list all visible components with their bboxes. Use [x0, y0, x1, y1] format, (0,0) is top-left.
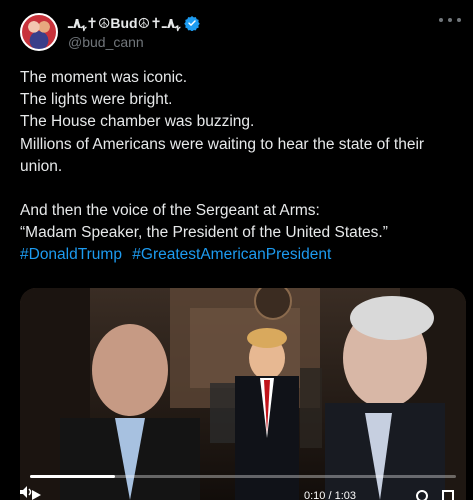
- fullscreen-icon[interactable]: [442, 490, 454, 500]
- author-info: ﮩ٨ـ✝☮Bud☮✝ﮩ٨ـ @bud_cann: [68, 14, 200, 50]
- video-progress-fill: [30, 475, 116, 478]
- post-line: The moment was iconic.: [20, 69, 188, 86]
- settings-icon[interactable]: [416, 490, 428, 500]
- author-handle[interactable]: @bud_cann: [68, 34, 200, 50]
- video-player[interactable]: 0:10 / 1:03: [20, 288, 466, 500]
- video-progress-bar[interactable]: [30, 475, 456, 478]
- video-frame: [20, 288, 466, 500]
- display-name-row: ﮩ٨ـ✝☮Bud☮✝ﮩ٨ـ: [68, 14, 200, 32]
- post-line: The lights were bright.: [20, 91, 173, 109]
- video-controls: 0:10 / 1:03: [20, 486, 466, 500]
- hashtag-row: #DonaldTrump #GreatestAmericanPresident: [20, 244, 466, 266]
- post-line: The House chamber was buzzing.: [20, 113, 255, 131]
- tweet-card: ﮩ٨ـ✝☮Bud☮✝ﮩ٨ـ @bud_cann The moment was i…: [0, 0, 473, 500]
- post-text: The moment was iconic. The lights were b…: [20, 67, 466, 267]
- volume-icon[interactable]: [20, 486, 34, 498]
- more-icon[interactable]: [439, 12, 461, 28]
- video-time: 0:10 / 1:03: [304, 490, 356, 500]
- more-dot: [457, 18, 461, 22]
- post-line: And then the voice of the Sergeant at Ar…: [20, 202, 320, 220]
- hashtag-link[interactable]: #GreatestAmericanPresident: [132, 246, 331, 263]
- author-display-name[interactable]: ﮩ٨ـ✝☮Bud☮✝ﮩ٨ـ: [68, 15, 180, 32]
- more-dot: [448, 18, 452, 22]
- more-dot: [439, 18, 443, 22]
- post-line: Millions of Americans were waiting to he…: [20, 135, 425, 175]
- hashtag-link[interactable]: #DonaldTrump: [20, 246, 122, 263]
- verified-badge-icon: [184, 16, 200, 31]
- author-avatar[interactable]: [20, 13, 58, 51]
- post-line: “Madam Speaker, the President of the Uni…: [20, 224, 388, 242]
